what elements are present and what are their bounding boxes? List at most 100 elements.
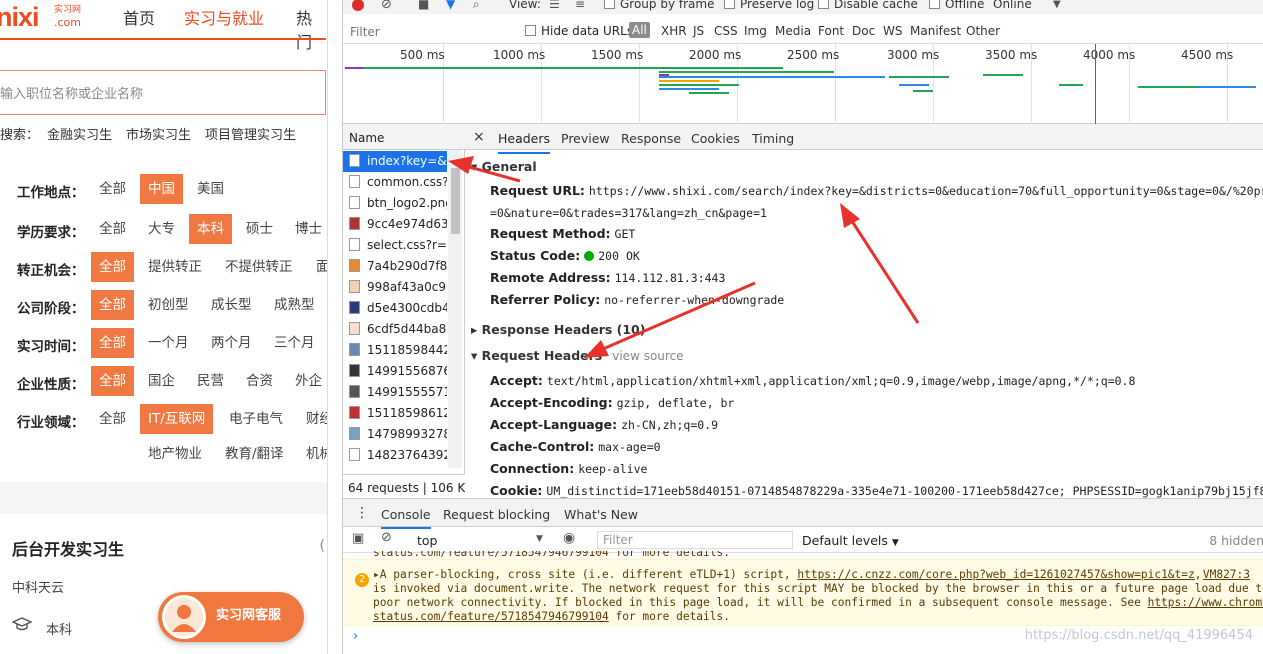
request-row[interactable]: select.css?r=23 <box>343 235 447 256</box>
filter-option-selected[interactable]: 全部 <box>91 366 134 396</box>
filter-option-selected[interactable]: 本科 <box>189 214 232 244</box>
filter-option[interactable]: 全部 <box>91 404 134 434</box>
filter-option[interactable]: 一个月 <box>140 328 197 358</box>
tab-console[interactable]: Console <box>381 507 431 529</box>
filter-option[interactable]: 不提供转正 <box>217 252 301 282</box>
type-filter-xhr[interactable]: XHR <box>661 24 687 38</box>
chevron-down-icon[interactable]: ▼ <box>1053 0 1061 10</box>
request-row[interactable]: 7a4b290d7f8be <box>343 256 447 277</box>
console-warning-message[interactable]: 2 ▸A parser-blocking, cross site (i.e. d… <box>343 559 1263 626</box>
filter-option[interactable]: 教育/翻译 <box>217 439 292 469</box>
hot-term[interactable]: 金融实习生 <box>47 128 112 143</box>
filter-option[interactable]: 外企 <box>287 366 327 396</box>
search-icon[interactable]: ⌕ <box>473 0 480 12</box>
request-row[interactable]: btn_logo2.png <box>343 193 447 214</box>
filter-option[interactable]: 面 <box>308 252 327 282</box>
nav-internship[interactable]: 实习与就业 <box>184 5 264 29</box>
filter-option[interactable]: 合资 <box>238 366 281 396</box>
tab-whats-new[interactable]: What's New <box>564 507 638 522</box>
request-list-scrollbar[interactable] <box>448 150 462 468</box>
customer-service-button[interactable]: 实习网客服 <box>158 592 304 642</box>
tab-preview[interactable]: Preview <box>561 131 610 146</box>
request-row[interactable]: d5e4300cdb4d <box>343 298 447 319</box>
eye-icon[interactable]: ◉ <box>563 530 575 546</box>
warning-link[interactable]: https://www.chrome <box>1148 596 1263 609</box>
type-filter-img[interactable]: Img <box>744 24 767 38</box>
nav-home[interactable]: 首页 <box>123 5 155 29</box>
request-row[interactable]: 998af43a0c90a <box>343 277 447 298</box>
filter-option[interactable]: 三个月 <box>266 328 323 358</box>
filter-option[interactable]: 成长型 <box>203 290 260 320</box>
type-filter-js[interactable]: JS <box>693 24 704 38</box>
filter-option[interactable]: 成熟型 <box>266 290 323 320</box>
request-row[interactable]: 148237643929 <box>343 445 447 466</box>
network-overview-timeline[interactable]: 500 ms 1000 ms 1500 ms 2000 ms 2500 ms 3… <box>343 44 1263 124</box>
request-url-value-cont[interactable]: =0&nature=0&trades=317&lang=zh_cn&page=1 <box>490 206 767 220</box>
type-filter-doc[interactable]: Doc <box>852 24 875 38</box>
clear-icon[interactable]: ⊘ <box>381 0 392 12</box>
request-row[interactable]: 149915555713 <box>343 382 447 403</box>
filter-funnel-icon[interactable]: ▼ <box>446 0 455 11</box>
tab-headers[interactable]: Headers <box>498 131 551 154</box>
preserve-log-checkbox[interactable]: Preserve log <box>724 0 814 11</box>
site-logo[interactable]: nixi <box>0 2 40 33</box>
tab-cookies[interactable]: Cookies <box>691 131 740 146</box>
request-row[interactable]: 6cdf5d44ba8e8 <box>343 319 447 340</box>
request-headers-toggle[interactable]: ▾ Request Headers view source <box>471 348 684 363</box>
scrollbar-thumb[interactable] <box>451 168 460 234</box>
sidebar-toggle-icon[interactable]: ▣ <box>352 531 364 546</box>
filter-option[interactable]: 硕士 <box>238 214 281 244</box>
filter-option[interactable]: 机械 <box>298 439 327 469</box>
offline-checkbox[interactable]: Offline <box>929 0 984 11</box>
filter-option[interactable]: 电子电气 <box>221 404 291 434</box>
request-row[interactable]: 9cc4e974d6366 <box>343 214 447 235</box>
filter-option[interactable]: 财经 <box>298 404 327 434</box>
tab-request-blocking[interactable]: Request blocking <box>443 507 550 522</box>
filter-option[interactable]: 提供转正 <box>140 252 210 282</box>
throttling-select[interactable]: Online <box>993 0 1032 11</box>
request-row[interactable]: 151185986122 <box>343 403 447 424</box>
response-headers-toggle[interactable]: ▸ Response Headers (10) <box>471 322 645 337</box>
request-row[interactable]: 149915568768 <box>343 361 447 382</box>
type-filter-media[interactable]: Media <box>775 24 811 38</box>
drawer-menu-icon[interactable]: ⋮ <box>355 505 369 521</box>
view-source-link[interactable]: view source <box>612 349 683 363</box>
job-search-input[interactable]: 输入职位名称或企业名称 <box>0 70 326 115</box>
console-prompt-icon[interactable]: › <box>353 629 358 644</box>
log-levels-select[interactable]: Default levels ▼ <box>802 533 899 548</box>
console-filter-input[interactable]: Filter <box>597 531 793 549</box>
hot-term[interactable]: 市场实习生 <box>126 128 191 143</box>
filter-option[interactable]: 两个月 <box>203 328 260 358</box>
nav-hot[interactable]: 热门 <box>296 5 327 53</box>
type-filter-css[interactable]: CSS <box>714 24 738 38</box>
close-icon[interactable]: × <box>473 129 485 145</box>
request-row[interactable]: common.css?r= <box>343 172 447 193</box>
filter-option[interactable]: 美国 <box>189 174 232 204</box>
warning-source-link[interactable]: VM827:3 <box>1203 568 1250 582</box>
filter-option[interactable]: 大专 <box>140 214 183 244</box>
job-title[interactable]: 后台开发实习生 <box>12 536 124 560</box>
context-select[interactable]: top <box>417 533 437 548</box>
filter-option-selected[interactable]: 全部 <box>91 328 134 358</box>
filter-option[interactable]: 地产物业 <box>140 439 210 469</box>
network-filter-input[interactable] <box>345 22 513 42</box>
request-row-selected[interactable]: index?key=&di <box>343 151 447 172</box>
filter-option[interactable]: 民营 <box>189 366 232 396</box>
camera-icon[interactable]: ■ <box>418 0 429 11</box>
filter-option[interactable]: 初创型 <box>140 290 197 320</box>
tab-response[interactable]: Response <box>621 131 681 146</box>
type-filter-font[interactable]: Font <box>818 24 844 38</box>
request-row[interactable]: 147989932789 <box>343 424 447 445</box>
request-row[interactable]: 151185984428 <box>343 340 447 361</box>
disable-cache-checkbox[interactable]: Disable cache <box>818 0 918 11</box>
filter-option[interactable]: 全部 <box>91 174 134 204</box>
group-by-frame-checkbox[interactable]: Group by frame <box>604 0 714 11</box>
tab-timing[interactable]: Timing <box>752 131 794 146</box>
type-filter-all[interactable]: All <box>629 22 650 38</box>
filter-option[interactable]: 博士 <box>287 214 327 244</box>
list-view-icon[interactable]: ☰ <box>549 0 560 11</box>
general-section-toggle[interactable]: ▾ General <box>471 159 537 174</box>
filter-option-selected[interactable]: IT/互联网 <box>140 404 214 434</box>
filter-option-selected[interactable]: 中国 <box>140 174 183 204</box>
request-url-value[interactable]: https://www.shixi.com/search/index?key=&… <box>589 184 1263 198</box>
